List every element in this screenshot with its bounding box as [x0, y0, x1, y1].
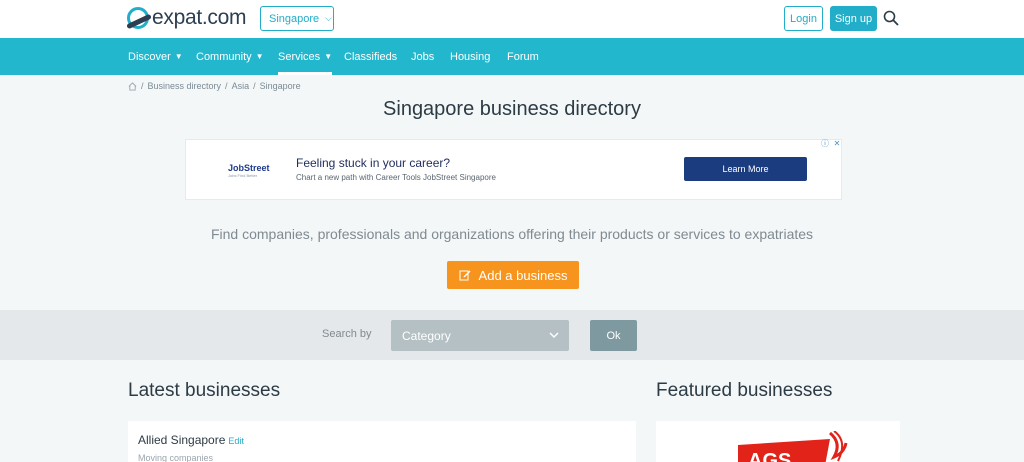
ad-brand: JobStreet — [228, 163, 270, 173]
chevron-down-icon: ▼ — [255, 52, 264, 61]
business-category: Moving companies — [138, 453, 214, 462]
featured-logo-text: AGS — [748, 450, 791, 462]
ad-headline: Feeling stuck in your career? — [296, 156, 451, 170]
search-band: Search by Category Ok — [0, 310, 1024, 360]
breadcrumb-asia[interactable]: Asia — [232, 81, 250, 91]
country-select-value: Singapore — [269, 12, 320, 25]
nav-label: Housing — [450, 50, 491, 63]
ad-info-icon[interactable]: ⓘ — [820, 139, 830, 149]
chevron-down-icon: ▼ — [324, 52, 333, 61]
breadcrumb-separator: / — [141, 81, 144, 91]
ok-button[interactable]: Ok — [590, 320, 637, 351]
search-by-label: Search by — [322, 328, 372, 340]
globe-plane-icon — [127, 7, 149, 29]
featured-businesses-title: Featured businesses — [656, 380, 833, 401]
ad-brand-logo: JobStreet Jobs Find Better — [228, 163, 270, 178]
signup-button[interactable]: Sign up — [830, 6, 877, 31]
nav-label: Forum — [507, 50, 539, 63]
breadcrumb-business-directory[interactable]: Business directory — [148, 81, 222, 91]
chevron-down-icon: ⌵ — [325, 13, 332, 23]
business-name-row: Allied Singapore Edit — [138, 433, 244, 447]
ad-subtext: Chart a new path with Career Tools JobSt… — [296, 173, 496, 182]
lead-text: Find companies, professionals and organi… — [210, 226, 814, 242]
chevron-down-icon: ▼ — [174, 52, 183, 61]
edit-link[interactable]: Edit — [228, 436, 244, 446]
ad-learn-more-button[interactable]: Learn More — [684, 157, 807, 181]
nav-label: Discover — [128, 50, 171, 63]
nav-item-forum[interactable]: Forum — [507, 38, 539, 75]
main-nav: Discover ▼ Community ▼ Services ▼ Classifie… — [0, 38, 1024, 75]
business-card[interactable]: Allied Singapore Edit Moving companies — [128, 421, 636, 462]
search-icon[interactable] — [883, 10, 899, 26]
ad-brand-tagline: Jobs Find Better — [228, 173, 258, 178]
nav-label: Services — [278, 50, 321, 63]
latest-businesses-title: Latest businesses — [128, 380, 281, 401]
nav-item-services[interactable]: Services ▼ — [278, 38, 333, 75]
nav-item-community[interactable]: Community ▼ — [196, 38, 264, 75]
business-name[interactable]: Allied Singapore — [138, 433, 225, 447]
featured-business-logo: AGS — [738, 431, 848, 462]
add-business-button[interactable]: Add a business — [447, 261, 579, 289]
featured-business-card[interactable]: AGS — [656, 421, 900, 462]
home-icon[interactable] — [128, 81, 137, 91]
nav-label: Jobs — [411, 50, 435, 63]
top-header: expat.com Singapore ⌵ Login Sign up — [0, 0, 1024, 38]
ad-controls: ⓘ ✕ — [820, 139, 842, 150]
category-select[interactable]: Category — [391, 320, 569, 351]
ad-banner[interactable]: JobStreet Jobs Find Better Feeling stuck… — [185, 139, 842, 200]
nav-label: Community — [196, 50, 252, 63]
chevron-down-icon — [549, 332, 559, 339]
nav-item-discover[interactable]: Discover ▼ — [128, 38, 183, 75]
nav-label: Classifieds — [344, 50, 398, 63]
add-business-label: Add a business — [478, 267, 568, 283]
page-title: Singapore business directory — [383, 98, 641, 120]
breadcrumb-separator: / — [253, 81, 256, 91]
nav-item-housing[interactable]: Housing — [450, 38, 490, 75]
nav-item-classifieds[interactable]: Classifieds — [344, 38, 397, 75]
breadcrumb: / Business directory / Asia / Singapore — [128, 80, 301, 92]
expat-logo[interactable]: expat.com — [127, 5, 246, 31]
logo-text: expat.com — [152, 6, 247, 29]
breadcrumb-singapore: Singapore — [259, 81, 301, 91]
edit-icon — [459, 270, 471, 281]
breadcrumb-separator: / — [225, 81, 228, 91]
login-button[interactable]: Login — [784, 6, 823, 31]
nav-item-jobs[interactable]: Jobs — [411, 38, 434, 75]
category-select-value: Category — [402, 328, 451, 343]
country-select[interactable]: Singapore ⌵ — [260, 6, 334, 31]
close-icon[interactable]: ✕ — [832, 139, 842, 149]
